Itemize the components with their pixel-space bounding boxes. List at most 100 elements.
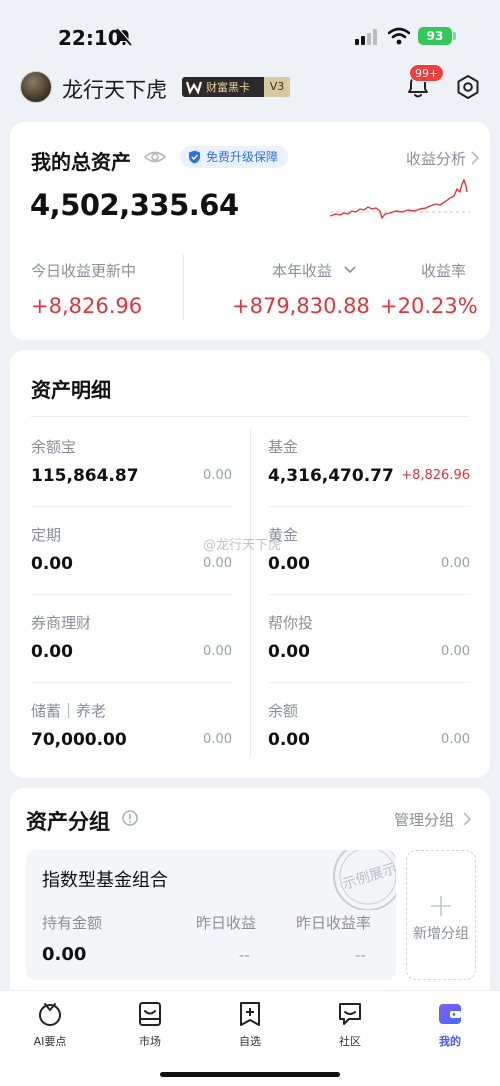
tab-community[interactable]: 社区 xyxy=(315,1001,385,1051)
divider xyxy=(31,594,232,595)
year-profit-value: +879,830.88 xyxy=(232,294,370,318)
tab-label: 社区 xyxy=(339,1035,361,1048)
cellular-signal-icon xyxy=(355,29,377,45)
profit-rate-value: +20.23% xyxy=(380,294,478,318)
asset-change: 0.00 xyxy=(203,732,232,747)
status-bar: 22:10 93 xyxy=(0,0,500,70)
asset-label: 余额 xyxy=(268,702,299,720)
member-level: V3 xyxy=(264,77,290,97)
profile-header: 龙行天下虎 财富黑卡 V3 99+ xyxy=(0,64,500,110)
asset-value: 0.00 xyxy=(268,730,310,750)
asset-change: 0.00 xyxy=(203,556,232,571)
asset-change: 0.00 xyxy=(441,732,470,747)
total-assets-title: 我的总资产 xyxy=(31,150,131,174)
yesterday-profit-value: -- xyxy=(239,946,250,964)
chevron-right-icon xyxy=(471,151,480,165)
eye-toggle-icon[interactable] xyxy=(144,148,166,166)
avatar[interactable] xyxy=(20,71,52,103)
divider xyxy=(31,416,469,417)
plus-icon xyxy=(431,896,451,916)
asset-value: 70,000.00 xyxy=(31,730,127,750)
w-logo-icon xyxy=(186,81,202,95)
wealth-card-label: 财富黑卡 xyxy=(206,81,250,94)
year-profit-label[interactable]: 本年收益 xyxy=(272,260,332,281)
asset-group-title: 资产分组 xyxy=(26,810,110,834)
asset-label: 定期 xyxy=(31,526,62,544)
sample-stamp: 示例展示 xyxy=(333,850,396,910)
asset-value: 4,316,470.77 xyxy=(268,466,394,486)
yesterday-rate-label: 昨日收益率 xyxy=(296,914,372,932)
settings-hexagon-icon[interactable] xyxy=(455,74,481,100)
chevron-down-icon[interactable] xyxy=(344,265,356,275)
free-upgrade-protection-button[interactable]: 免费升级保障 xyxy=(180,146,289,168)
asset-detail-card: 资产明细 余额宝 115,864.87 0.00 基金 4,316,470.77… xyxy=(10,350,490,778)
home-indicator xyxy=(160,1072,340,1077)
asset-label: 基金 xyxy=(268,438,299,456)
held-amount-label: 持有金额 xyxy=(42,914,103,932)
upgrade-label: 免费升级保障 xyxy=(206,150,279,164)
watermark: @龙行天下虎 xyxy=(203,538,282,553)
asset-label: 帮你投 xyxy=(268,614,314,632)
tab-label: 自选 xyxy=(239,1035,261,1048)
tab-label: 市场 xyxy=(139,1035,161,1048)
asset-label: 余额宝 xyxy=(31,438,77,456)
watchlist-icon xyxy=(240,1002,260,1026)
total-assets-card[interactable]: 我的总资产 免费升级保障 收益分析 4,502,335.64 今日收益更新中 +… xyxy=(10,122,490,340)
ai-icon xyxy=(39,1003,61,1026)
silent-mode-icon xyxy=(116,28,132,46)
profit-analysis-link[interactable]: 收益分析 xyxy=(406,148,466,169)
asset-group-card: 资产分组 管理分组 指数型基金组合 示例展示 持有金额 0.00 昨日收益 --… xyxy=(10,788,490,998)
shield-check-icon xyxy=(189,150,200,164)
battery-indicator: 93 xyxy=(418,27,452,45)
tab-market[interactable]: 市场 xyxy=(115,1001,185,1051)
asset-change: +8,826.96 xyxy=(401,468,470,483)
yesterday-profit-label: 昨日收益 xyxy=(196,914,257,932)
tab-watchlist[interactable]: 自选 xyxy=(215,1001,285,1051)
community-icon xyxy=(339,1003,361,1025)
asset-change: 0.00 xyxy=(441,644,470,659)
wealth-card-badge[interactable]: 财富黑卡 V3 xyxy=(182,77,290,97)
username[interactable]: 龙行天下虎 xyxy=(62,74,167,104)
market-icon xyxy=(139,1002,161,1026)
divider xyxy=(268,594,469,595)
index-fund-group-card[interactable]: 指数型基金组合 示例展示 持有金额 0.00 昨日收益 -- 昨日收益率 -- xyxy=(26,850,396,980)
asset-value: 0.00 xyxy=(31,642,73,662)
add-group-button[interactable]: 新增分组 xyxy=(406,850,476,980)
asset-value: 0.00 xyxy=(268,642,310,662)
today-profit-value: +8,826.96 xyxy=(31,294,143,318)
profit-sparkline xyxy=(330,179,470,219)
notification-count-badge: 99+ xyxy=(409,64,445,82)
divider xyxy=(31,506,232,507)
manage-groups-link[interactable]: 管理分组 xyxy=(394,809,454,830)
info-icon[interactable] xyxy=(122,810,138,826)
asset-change: 0.00 xyxy=(203,468,232,483)
asset-value: 115,864.87 xyxy=(31,466,139,486)
wifi-icon xyxy=(388,27,410,45)
asset-value: 0.00 xyxy=(31,554,73,574)
tab-label: AI要点 xyxy=(33,1035,67,1048)
divider xyxy=(31,682,232,683)
profit-rate-label: 收益率 xyxy=(421,262,467,280)
battery-cap xyxy=(453,32,456,40)
sample-stamp-text: 示例展示 xyxy=(341,861,396,894)
group-name: 指数型基金组合 xyxy=(42,870,168,891)
asset-change: 0.00 xyxy=(203,644,232,659)
today-profit-label: 今日收益更新中 xyxy=(31,262,137,280)
status-time: 22:10 xyxy=(58,26,122,50)
wallet-icon xyxy=(439,1004,461,1024)
total-assets-amount: 4,502,335.64 xyxy=(30,188,239,222)
tab-mine[interactable]: 我的 xyxy=(415,1001,485,1051)
tab-ai[interactable]: AI要点 xyxy=(15,1001,85,1051)
asset-detail-title: 资产明细 xyxy=(31,378,111,402)
held-amount-value: 0.00 xyxy=(42,944,87,965)
asset-label: 储蓄｜养老 xyxy=(31,702,107,720)
divider xyxy=(183,254,184,320)
yesterday-rate-value: -- xyxy=(355,946,366,964)
asset-value: 0.00 xyxy=(268,554,310,574)
divider xyxy=(250,428,251,758)
divider xyxy=(268,506,469,507)
chevron-right-icon xyxy=(463,812,472,826)
asset-label: 券商理财 xyxy=(31,614,92,632)
divider xyxy=(268,682,469,683)
asset-change: 0.00 xyxy=(441,556,470,571)
